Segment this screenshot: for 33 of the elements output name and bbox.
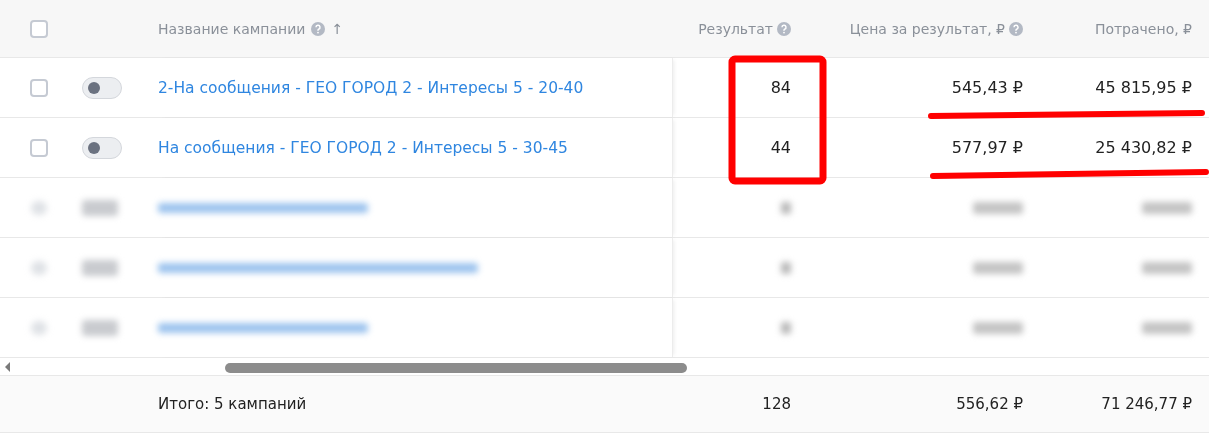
column-header[interactable]: Цена за результат, ₽ <box>849 20 1005 37</box>
row-checkbox[interactable] <box>30 78 48 97</box>
campaign-toggle[interactable] <box>82 76 122 99</box>
blurred-text <box>1142 321 1192 334</box>
total-cost-per-result: 556,62 ₽ <box>956 395 1023 413</box>
blurred-text <box>973 321 1023 334</box>
blurred-text <box>973 201 1023 214</box>
result-value: 84 <box>770 78 791 97</box>
row-checkbox[interactable] <box>30 138 48 157</box>
amount-spent: 45 815,95 ₽ <box>1095 78 1192 97</box>
blurred-text <box>781 201 791 214</box>
column-header[interactable]: Потрачено, ₽ <box>1094 20 1192 37</box>
select-all-checkbox[interactable] <box>30 19 48 38</box>
total-label: Итого: 5 кампаний <box>158 395 307 413</box>
blurred-text <box>781 321 791 334</box>
scroll-left-icon[interactable] <box>3 360 13 373</box>
blurred-text <box>1142 261 1192 274</box>
campaign-toggle[interactable] <box>82 136 122 159</box>
blurred-text <box>1142 201 1192 214</box>
campaign-link[interactable]: 2-На сообщения - ГЕО ГОРОД 2 - Интересы 5 - 20-40 <box>158 78 584 97</box>
total-result: 128 <box>762 395 791 413</box>
amount-spent: 25 430,82 ₽ <box>1095 138 1192 157</box>
sort-indicator[interactable]: ↑ <box>331 20 344 37</box>
scrollbar-thumb[interactable] <box>225 362 687 373</box>
campaign-link[interactable]: На сообщения - ГЕО ГОРОД 2 - Интересы 5 - 30-45 <box>158 138 568 157</box>
result-value: 44 <box>770 138 791 157</box>
cost-per-result: 577,97 ₽ <box>951 138 1023 157</box>
blurred-text <box>781 261 791 274</box>
total-spent: 71 246,77 ₽ <box>1101 395 1192 413</box>
blurred-text <box>973 261 1023 274</box>
column-header[interactable]: Результат <box>698 20 773 37</box>
cost-per-result: 545,43 ₽ <box>951 78 1023 97</box>
column-header[interactable]: Название кампании <box>158 20 306 37</box>
